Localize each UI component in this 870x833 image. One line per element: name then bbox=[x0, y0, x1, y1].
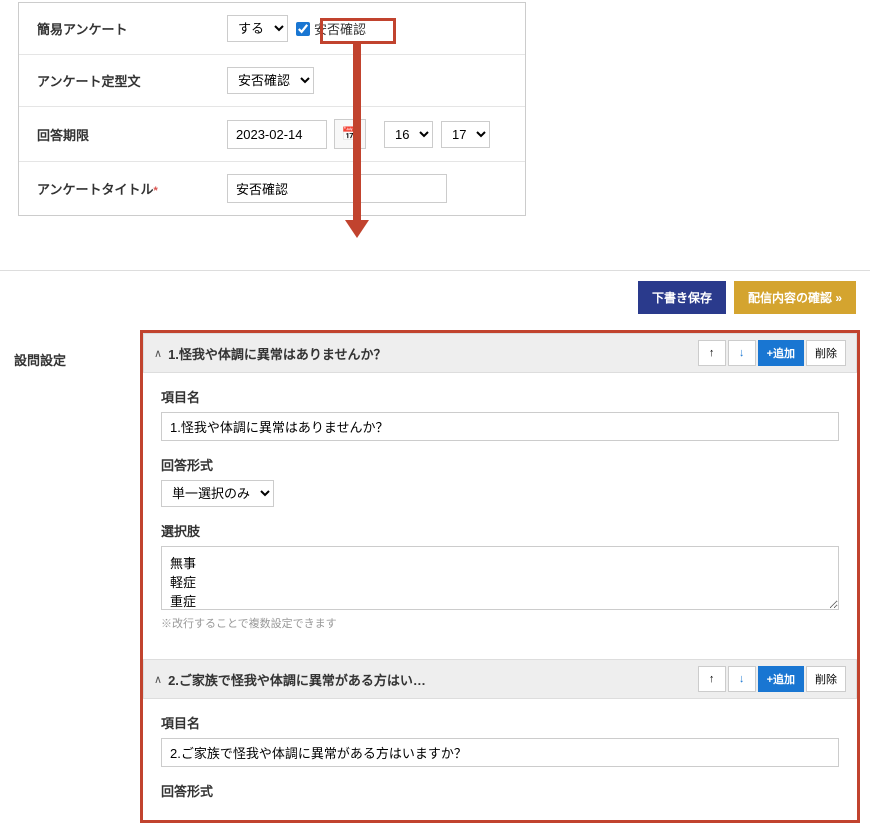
row-title: アンケートタイトル* bbox=[19, 162, 525, 215]
input-title[interactable] bbox=[227, 174, 447, 203]
add-question-button[interactable]: +追加 bbox=[758, 340, 804, 366]
row-simple-survey: 簡易アンケート する 安否確認 bbox=[19, 3, 525, 55]
item-name-label-1: 項目名 bbox=[161, 387, 839, 406]
question-block-2: ∧ 2.ご家族で怪我や体調に異常がある方はい… ↑ ↓ +追加 削除 項目名 bbox=[143, 659, 857, 820]
select-deadline-minute[interactable]: 17 bbox=[441, 121, 490, 148]
question-body-2: 項目名 回答形式 bbox=[143, 699, 857, 820]
move-down-button[interactable]: ↓ bbox=[728, 666, 756, 692]
answer-format-select-1[interactable]: 単一選択のみ bbox=[161, 480, 274, 507]
top-form-panel: 簡易アンケート する 安否確認 アンケート定型文 安否確認 回答期限 📅 16 … bbox=[18, 2, 526, 216]
question-body-1: 項目名 回答形式 単一選択のみ 選択肢 ※改行することで複数設定できます bbox=[143, 373, 857, 659]
question-block-1: ∧ 1.怪我や体調に異常はありませんか？ ↑ ↓ +追加 削除 項目名 bbox=[143, 333, 857, 659]
lower-section: 下書き保存 配信内容の確認 » 設問設定 ∧ 1.怪我や体調に異常はありませんか… bbox=[0, 270, 870, 833]
input-deadline-date[interactable] bbox=[227, 120, 327, 149]
select-template[interactable]: 安否確認 bbox=[227, 67, 314, 94]
select-simple-survey[interactable]: する bbox=[227, 15, 288, 42]
item-name-input-2[interactable] bbox=[161, 738, 839, 767]
chevron-icon: ∧ bbox=[154, 673, 162, 686]
settings-wrap: 設問設定 ∧ 1.怪我や体調に異常はありませんか？ ↑ ↓ +追加 削除 項目名 bbox=[0, 324, 870, 833]
delete-question-button[interactable]: 削除 bbox=[806, 666, 846, 692]
checkbox-safety-label: 安否確認 bbox=[314, 19, 366, 38]
settings-body: ∧ 1.怪我や体調に異常はありませんか？ ↑ ↓ +追加 削除 項目名 bbox=[140, 330, 860, 823]
save-draft-button[interactable]: 下書き保存 bbox=[638, 281, 726, 314]
choices-label-1: 選択肢 bbox=[161, 521, 839, 540]
choices-textarea-1[interactable] bbox=[161, 546, 839, 610]
answer-format-label-1: 回答形式 bbox=[161, 455, 839, 474]
button-bar: 下書き保存 配信内容の確認 » bbox=[0, 271, 870, 324]
question-header-2[interactable]: ∧ 2.ご家族で怪我や体調に異常がある方はい… ↑ ↓ +追加 削除 bbox=[143, 659, 857, 699]
row-deadline: 回答期限 📅 16 17 bbox=[19, 107, 525, 162]
label-template: アンケート定型文 bbox=[37, 71, 227, 90]
move-up-button[interactable]: ↑ bbox=[698, 666, 726, 692]
label-title: アンケートタイトル* bbox=[37, 179, 227, 198]
checkbox-safety[interactable] bbox=[296, 22, 310, 36]
required-mark: * bbox=[153, 185, 157, 197]
move-up-button[interactable]: ↑ bbox=[698, 340, 726, 366]
arrow-head-annotation bbox=[345, 220, 369, 238]
add-question-button[interactable]: +追加 bbox=[758, 666, 804, 692]
row-template: アンケート定型文 安否確認 bbox=[19, 55, 525, 107]
label-simple-survey: 簡易アンケート bbox=[37, 19, 227, 38]
settings-label: 設問設定 bbox=[10, 330, 140, 823]
choices-hint-1: ※改行することで複数設定できます bbox=[161, 615, 839, 631]
question-title-1: 1.怪我や体調に異常はありませんか？ bbox=[168, 344, 698, 363]
item-name-input-1[interactable] bbox=[161, 412, 839, 441]
confirm-button[interactable]: 配信内容の確認 » bbox=[734, 281, 856, 314]
item-name-label-2: 項目名 bbox=[161, 713, 839, 732]
select-deadline-hour[interactable]: 16 bbox=[384, 121, 433, 148]
move-down-button[interactable]: ↓ bbox=[728, 340, 756, 366]
answer-format-label-2: 回答形式 bbox=[161, 781, 839, 800]
delete-question-button[interactable]: 削除 bbox=[806, 340, 846, 366]
question-header-1[interactable]: ∧ 1.怪我や体調に異常はありませんか？ ↑ ↓ +追加 削除 bbox=[143, 333, 857, 373]
question-title-2: 2.ご家族で怪我や体調に異常がある方はい… bbox=[168, 670, 698, 689]
chevron-icon: ∧ bbox=[154, 347, 162, 360]
label-deadline: 回答期限 bbox=[37, 125, 227, 144]
calendar-icon: 📅 bbox=[342, 126, 358, 142]
calendar-button[interactable]: 📅 bbox=[334, 119, 366, 149]
